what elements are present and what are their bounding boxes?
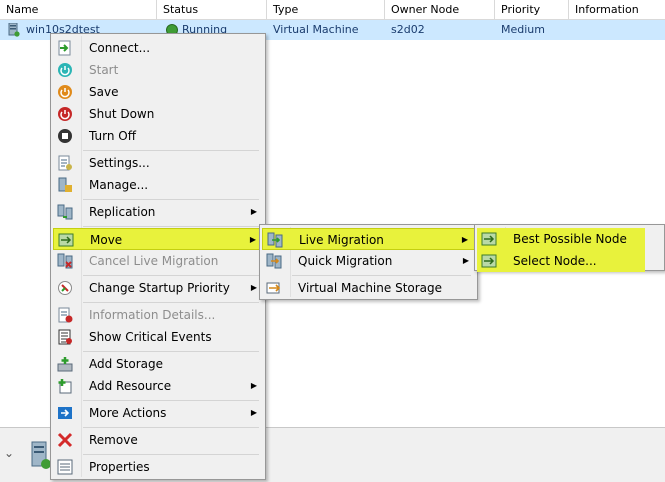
menu-item-select-node[interactable]: Select Node... — [477, 250, 645, 272]
add-resource-icon — [58, 379, 72, 394]
menu-item-connect[interactable]: Connect... — [53, 37, 263, 59]
menu-item-turn-off[interactable]: Turn Off — [53, 125, 263, 147]
move-icon — [58, 233, 74, 247]
menu-item-properties[interactable]: Properties — [53, 456, 263, 478]
menu-item-cancel-live-migration[interactable]: Cancel Live Migration — [53, 250, 263, 272]
menu-separator — [292, 275, 471, 276]
chevron-down-icon[interactable]: ⌄ — [4, 446, 18, 460]
column-information[interactable]: Information — [569, 0, 665, 19]
live-migration-submenu: Best Possible Node Select Node... — [474, 224, 665, 272]
vm-large-icon — [31, 441, 51, 469]
row-information — [569, 20, 575, 40]
menu-item-move[interactable]: Move ▶ — [53, 228, 263, 250]
context-menu: Connect... Start Save Shut Down Turn Off — [50, 33, 266, 480]
column-priority[interactable]: Priority — [495, 0, 569, 19]
add-storage-icon — [57, 357, 73, 372]
submenu-arrow-icon: ▶ — [250, 381, 257, 390]
more-actions-icon — [58, 407, 72, 419]
menu-item-add-storage[interactable]: Add Storage — [53, 353, 263, 375]
column-name[interactable]: Name — [0, 0, 157, 19]
menu-separator — [83, 427, 259, 428]
menu-item-remove[interactable]: Remove — [53, 429, 263, 451]
column-header: Name Status Type Owner Node Priority Inf… — [0, 0, 665, 20]
vm-icon — [8, 23, 20, 37]
menu-separator — [83, 150, 259, 151]
menu-separator — [83, 351, 259, 352]
menu-item-shut-down[interactable]: Shut Down — [53, 103, 263, 125]
row-type: Virtual Machine — [273, 23, 359, 36]
startup-priority-icon — [58, 281, 72, 295]
live-migration-icon — [267, 232, 283, 248]
shutdown-icon — [58, 107, 72, 121]
start-icon — [58, 63, 72, 77]
submenu-arrow-icon: ▶ — [250, 408, 257, 417]
menu-item-quick-migration[interactable]: Quick Migration ▶ — [262, 250, 475, 272]
menu-item-information-details[interactable]: Information Details... — [53, 304, 263, 326]
menu-item-manage[interactable]: Manage... — [53, 174, 263, 196]
menu-item-settings[interactable]: Settings... — [53, 152, 263, 174]
column-status[interactable]: Status — [157, 0, 267, 19]
menu-item-save[interactable]: Save — [53, 81, 263, 103]
menu-item-virtual-machine-storage[interactable]: Virtual Machine Storage — [262, 277, 475, 299]
select-node-icon — [481, 254, 497, 268]
move-submenu: Live Migration ▶ Quick Migration ▶ Virtu… — [259, 224, 478, 300]
connect-icon — [58, 40, 71, 56]
vm-storage-icon — [266, 282, 281, 294]
remove-icon — [57, 432, 73, 448]
submenu-arrow-icon: ▶ — [461, 235, 468, 244]
menu-item-start[interactable]: Start — [53, 59, 263, 81]
submenu-arrow-icon: ▶ — [250, 283, 257, 292]
menu-item-add-resource[interactable]: Add Resource ▶ — [53, 375, 263, 397]
menu-item-more-actions[interactable]: More Actions ▶ — [53, 402, 263, 424]
menu-separator — [83, 302, 259, 303]
submenu-arrow-icon: ▶ — [462, 256, 469, 265]
menu-item-live-migration[interactable]: Live Migration ▶ — [262, 228, 475, 250]
menu-separator — [83, 454, 259, 455]
menu-item-best-possible-node[interactable]: Best Possible Node — [477, 228, 645, 250]
properties-icon — [57, 459, 73, 475]
column-type[interactable]: Type — [267, 0, 385, 19]
best-node-icon — [481, 232, 497, 246]
menu-separator — [83, 226, 259, 227]
menu-separator — [83, 199, 259, 200]
info-details-icon — [58, 307, 73, 323]
submenu-arrow-icon: ▶ — [250, 207, 257, 216]
column-owner-node[interactable]: Owner Node — [385, 0, 495, 19]
row-priority: Medium — [501, 23, 545, 36]
menu-item-show-critical-events[interactable]: Show Critical Events — [53, 326, 263, 348]
menu-item-replication[interactable]: Replication ▶ — [53, 201, 263, 223]
turn-off-icon — [58, 129, 72, 143]
manage-icon — [58, 177, 72, 192]
replication-icon — [57, 204, 73, 220]
save-icon — [58, 85, 72, 99]
quick-migration-icon — [266, 253, 282, 269]
row-owner-node: s2d02 — [391, 23, 425, 36]
menu-item-change-startup-priority[interactable]: Change Startup Priority ▶ — [53, 277, 263, 299]
cancel-migration-icon — [57, 253, 73, 269]
critical-events-icon — [58, 329, 72, 345]
menu-separator — [83, 400, 259, 401]
settings-icon — [58, 155, 72, 171]
menu-separator — [83, 275, 259, 276]
submenu-arrow-icon: ▶ — [249, 235, 256, 244]
